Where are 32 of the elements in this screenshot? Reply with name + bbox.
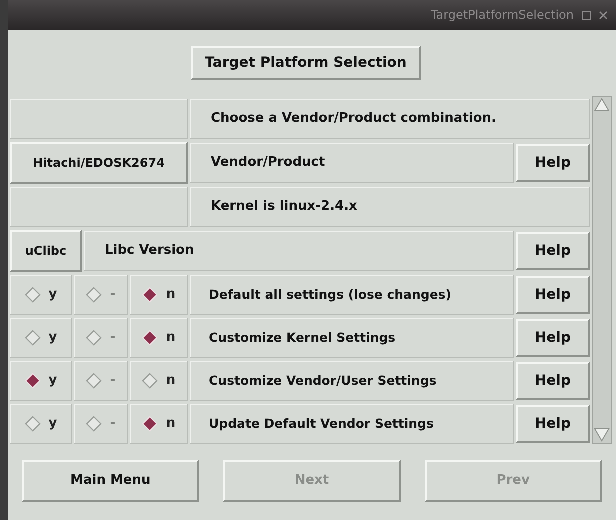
help-button[interactable]: Help [516,362,590,400]
libc-button[interactable]: uClibc [10,230,82,272]
radio-option[interactable]: y [10,361,72,401]
scrollbar[interactable] [592,96,612,444]
radio-option[interactable]: y [10,318,72,358]
radio-option[interactable]: n [130,275,188,315]
row-label: Libc Version [84,231,514,271]
nav-button[interactable]: Main Menu [22,460,200,502]
help-button[interactable]: Help [516,144,590,182]
scroll-up-icon[interactable] [593,97,611,113]
info-text: Kernel is linux-2.4.x [190,187,590,227]
row-label: Vendor/Product [190,143,514,183]
scroll-down-icon[interactable] [593,427,611,443]
row-label: Update Default Vendor Settings [190,404,514,444]
radio-option[interactable]: n [130,318,188,358]
row-label: Customize Vendor/User Settings [190,361,514,401]
help-button[interactable]: Help [516,232,590,270]
close-icon[interactable] [599,10,608,20]
window-title: TargetPlatformSelection [430,7,574,24]
title-button[interactable]: Target Platform Selection [191,46,421,80]
info-text: Choose a Vendor/Product combination. [190,99,590,139]
row-label: Default all settings (lose changes) [190,275,514,315]
help-button[interactable]: Help [516,276,590,314]
vendor-product-button[interactable]: Hitachi/EDOSK2674 [10,142,188,184]
radio-option[interactable]: n [130,361,188,401]
row-label: Customize Kernel Settings [190,318,514,358]
radio-option[interactable]: y [10,404,72,444]
radio-option[interactable]: y [10,275,72,315]
help-button[interactable]: Help [516,405,590,443]
help-button[interactable]: Help [516,319,590,357]
radio-option[interactable]: n [130,404,188,444]
maximize-icon[interactable] [582,10,591,20]
